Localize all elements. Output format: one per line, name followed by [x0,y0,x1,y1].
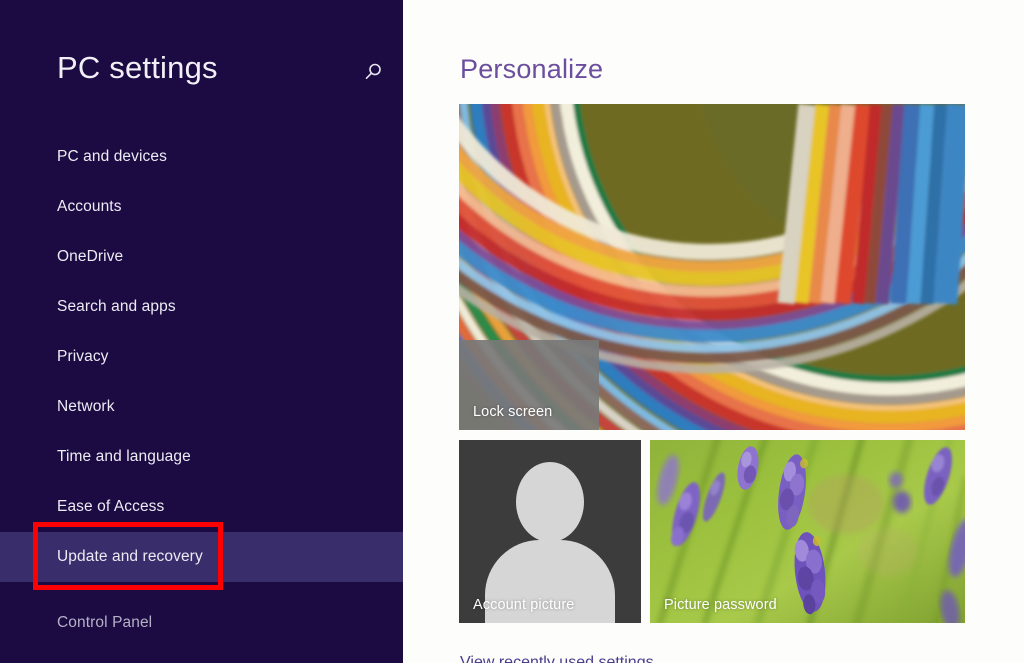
sidebar-item-label: Ease of Access [57,498,165,515]
lavender-field-image [650,440,965,623]
personalize-panel: Personalize Lock screen Account picture … [403,0,1024,663]
sidebar-header: PC settings [0,0,403,120]
pc-settings-screen: PC settings PC and devices Accounts OneD… [0,0,1024,663]
sidebar-item-pc-and-devices[interactable]: PC and devices [0,132,403,182]
sidebar-item-update-and-recovery[interactable]: Update and recovery [0,532,403,582]
sidebar-item-search-and-apps[interactable]: Search and apps [0,282,403,332]
settings-sidebar: PC settings PC and devices Accounts OneD… [0,0,403,663]
sidebar-item-control-panel[interactable]: Control Panel [0,598,403,648]
sidebar-item-time-and-language[interactable]: Time and language [0,432,403,482]
tile-label-picture-password: Picture password [664,597,777,613]
sidebar-item-accounts[interactable]: Accounts [0,182,403,232]
sidebar-item-network[interactable]: Network [0,382,403,432]
sidebar-item-label: Search and apps [57,298,176,315]
search-icon[interactable] [358,57,388,87]
bottom-cutoff-text[interactable]: View recently used settings [460,654,654,663]
sidebar-item-label: Update and recovery [57,548,203,565]
tile-picture-password[interactable]: Picture password [650,440,965,623]
sidebar-item-label: Accounts [57,198,122,215]
sidebar-item-label: OneDrive [57,248,124,265]
sidebar-item-label: Privacy [57,348,109,365]
sidebar-item-onedrive[interactable]: OneDrive [0,232,403,282]
sidebar-item-label: Control Panel [57,614,153,631]
sidebar-divider-spacer [0,582,403,598]
page-title: PC settings [57,50,218,85]
person-silhouette-head-icon [516,462,584,542]
sidebar-item-ease-of-access[interactable]: Ease of Access [0,482,403,532]
tile-account-picture[interactable]: Account picture [459,440,641,623]
panel-title: Personalize [460,54,604,84]
tile-label-lock-screen: Lock screen [473,404,553,420]
sidebar-nav: PC and devices Accounts OneDrive Search … [0,132,403,648]
sidebar-item-label: Network [57,398,115,415]
sidebar-item-label: Time and language [57,448,191,465]
sidebar-item-label: PC and devices [57,148,167,165]
tile-lock-screen[interactable]: Lock screen [459,104,965,430]
sidebar-item-privacy[interactable]: Privacy [0,332,403,382]
tile-label-account-picture: Account picture [473,597,575,613]
